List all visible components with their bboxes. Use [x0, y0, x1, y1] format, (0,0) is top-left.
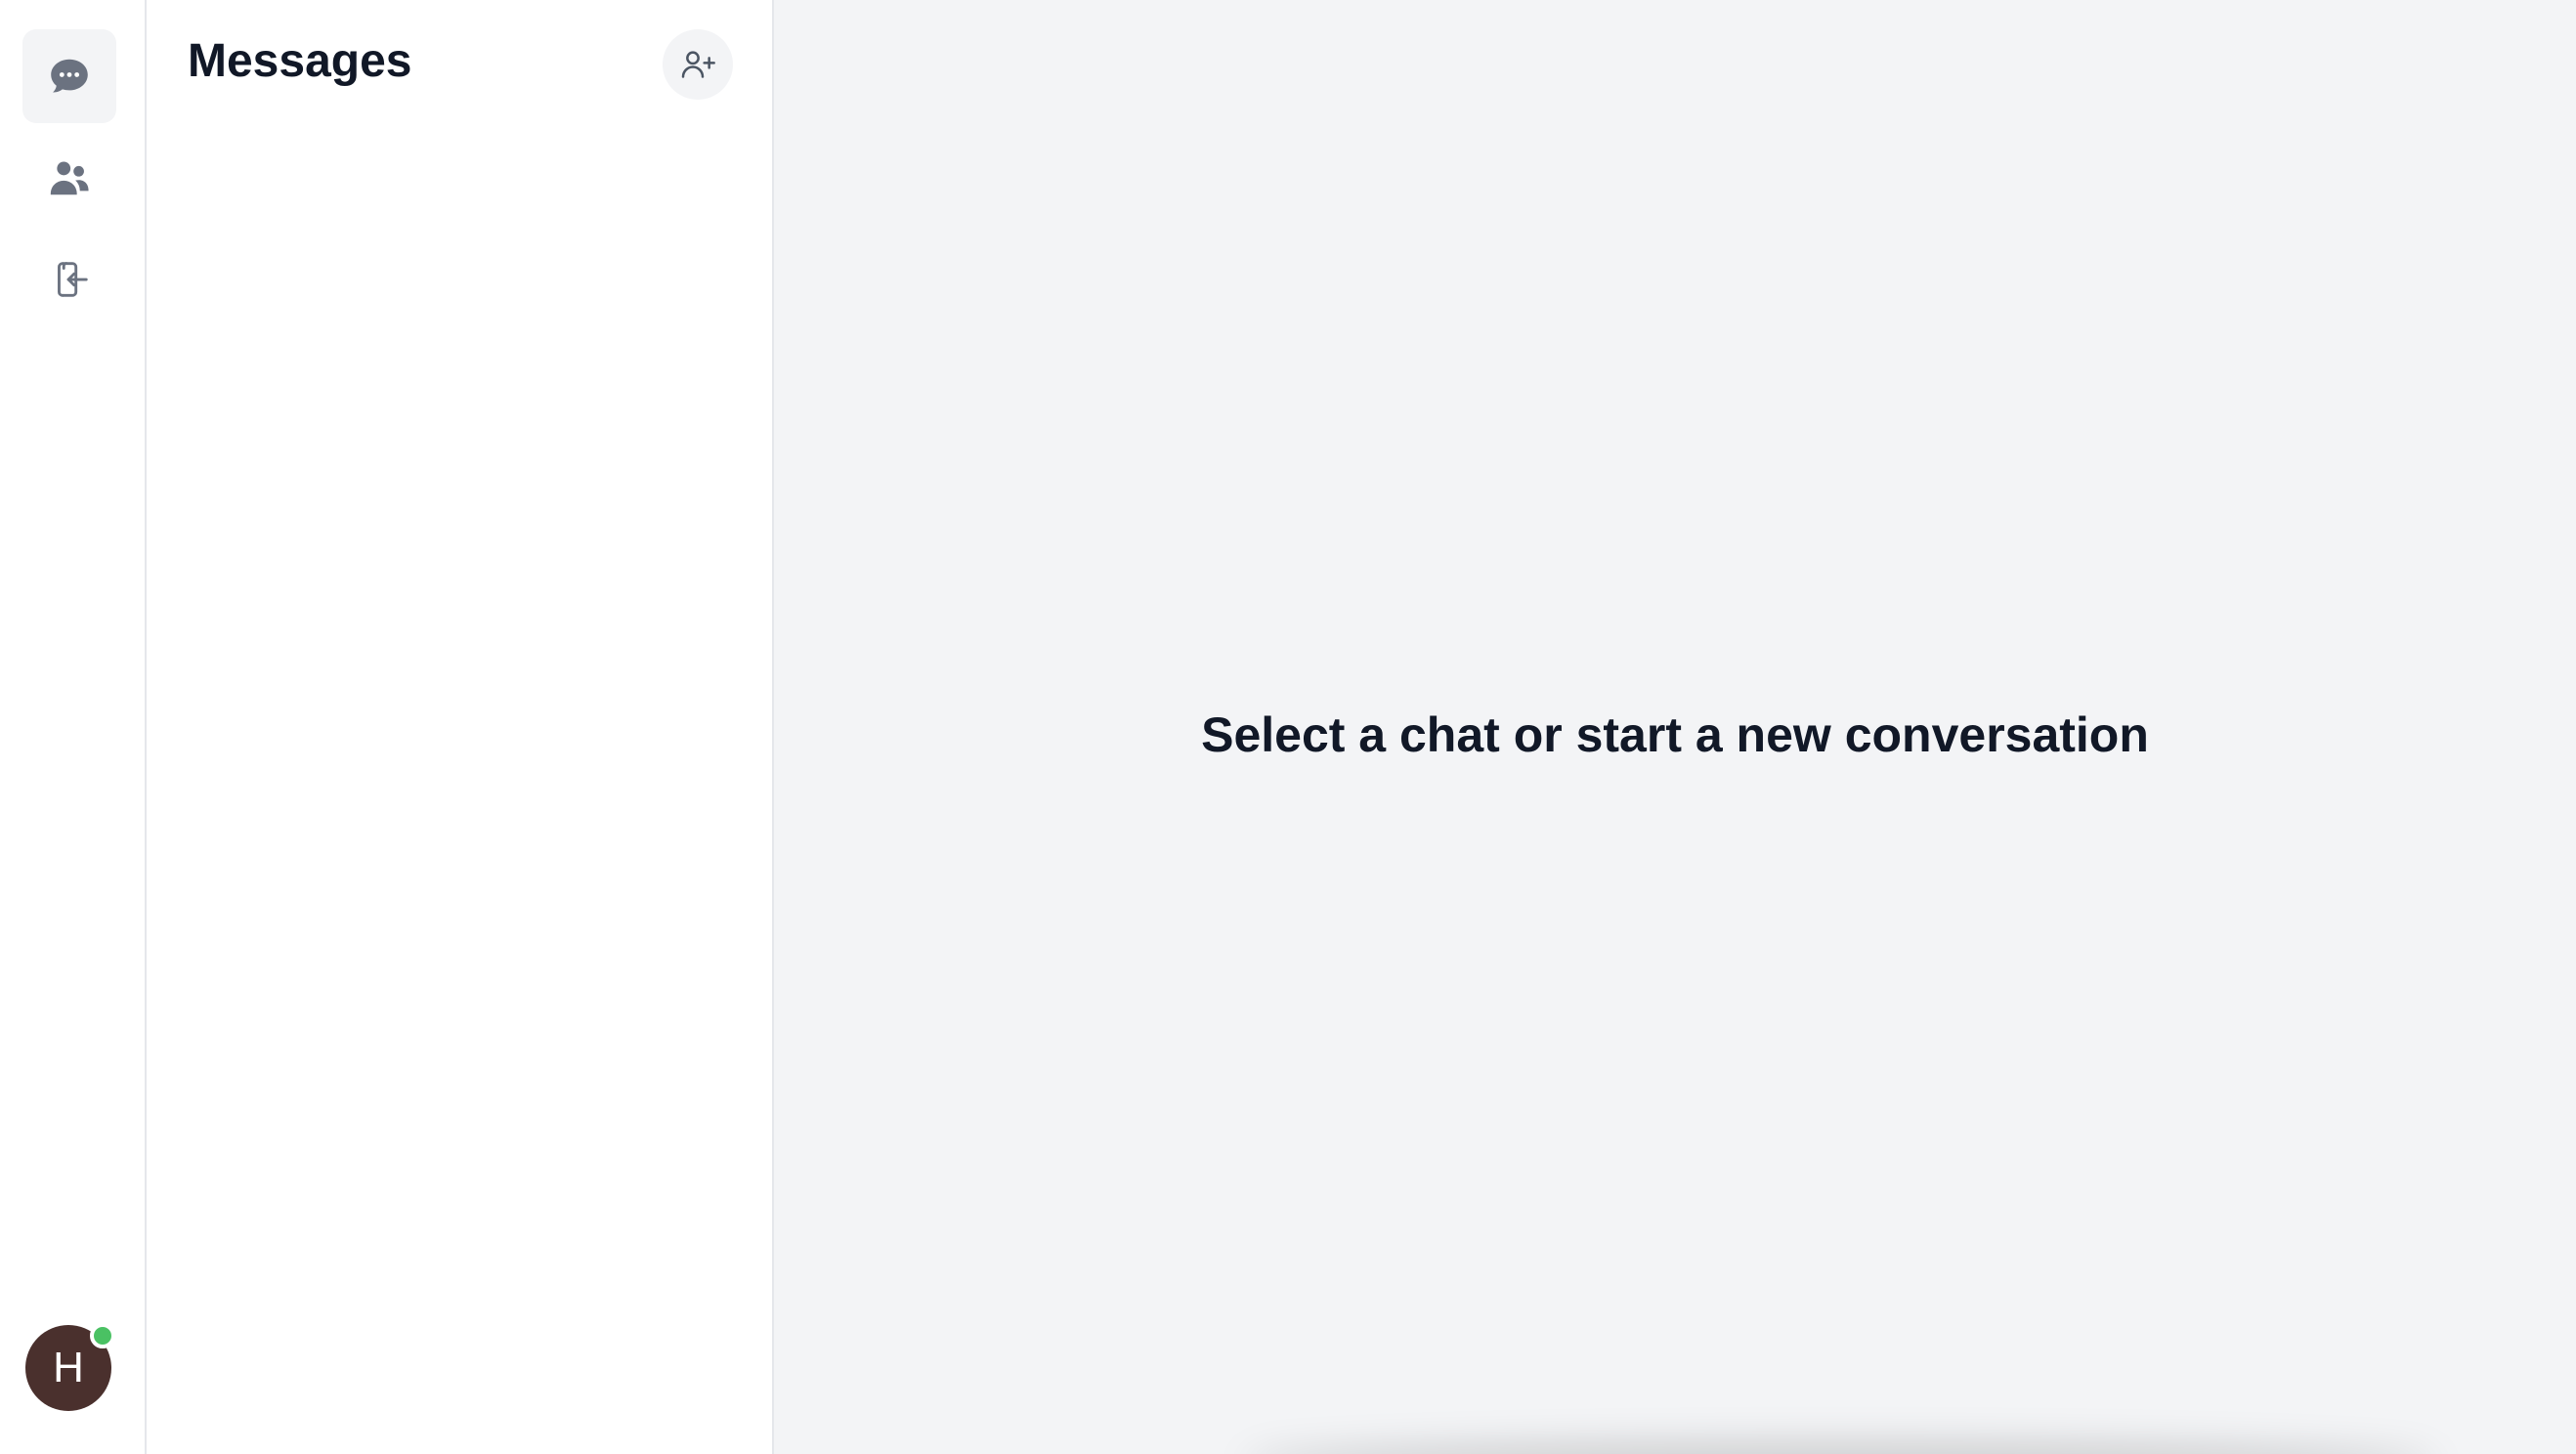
empty-state-message: Select a chat or start a new conversatio… [1201, 707, 2149, 762]
contacts-nav-button[interactable] [22, 131, 116, 225]
chats-nav-button[interactable] [22, 29, 116, 123]
icon-rail: H [0, 0, 147, 1454]
user-plus-icon [681, 51, 715, 78]
user-avatar-container[interactable]: H [25, 1323, 115, 1411]
new-conversation-button[interactable] [663, 29, 733, 100]
logout-icon [58, 262, 88, 297]
conversation-panel: Messages [147, 0, 774, 1454]
online-status-indicator [90, 1323, 115, 1348]
page-title: Messages [188, 35, 412, 87]
chat-bubble-icon [51, 59, 88, 93]
users-icon [50, 161, 89, 195]
chat-main-area: Select a chat or start a new conversatio… [774, 0, 2576, 1454]
app-window: H Messages Select a chat or start a new … [0, 0, 2576, 1454]
logout-nav-button[interactable] [22, 233, 116, 326]
